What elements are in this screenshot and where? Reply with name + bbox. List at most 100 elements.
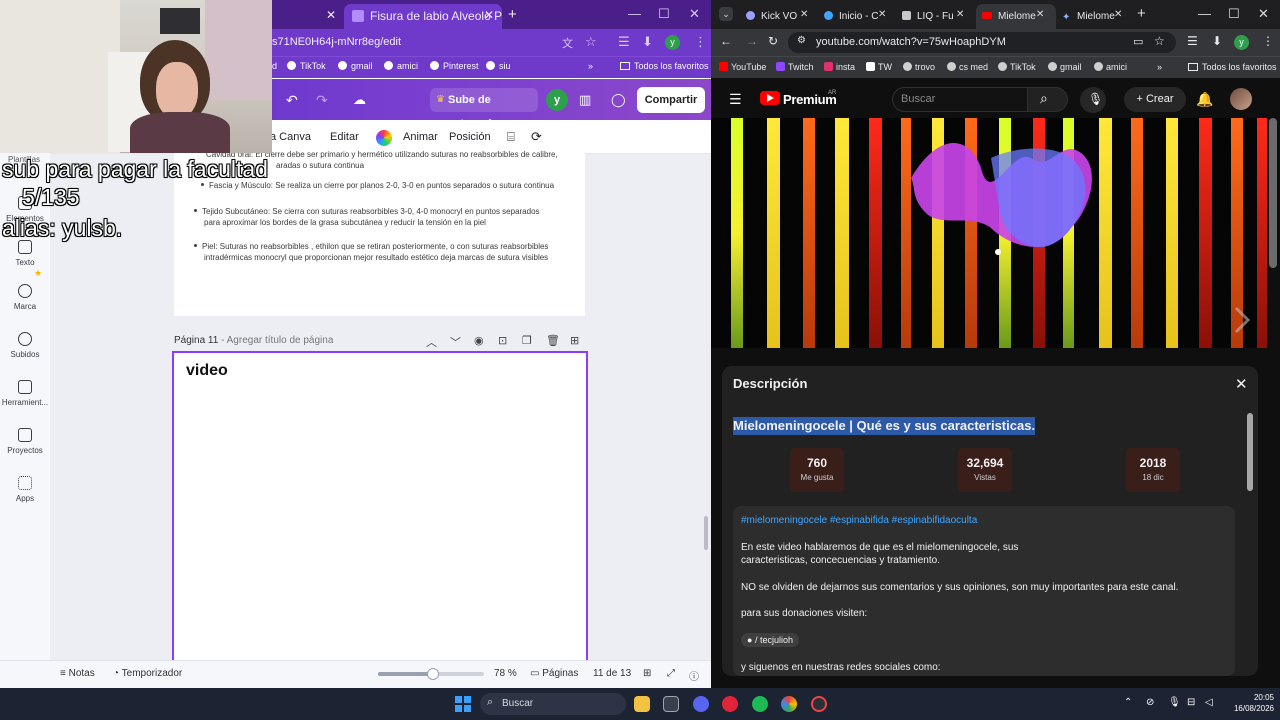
tab-search-icon[interactable]: ⌄ [719,7,733,21]
help-icon[interactable]: ⓘ [689,668,699,683]
reading-list-icon[interactable]: ☰ [618,34,630,50]
page-11[interactable] [172,351,588,671]
windows-start-icon[interactable] [455,696,471,712]
reload-icon[interactable]: ↻ [768,34,778,48]
pages-button[interactable]: ▭ Páginas [530,668,578,679]
bookmark-item[interactable]: cs med [947,61,988,73]
canvas-scrollbar[interactable] [704,516,708,550]
app-icon[interactable] [811,696,827,712]
tray-app-icon[interactable]: ⊘ [1146,697,1154,708]
color-wheel-icon[interactable] [376,130,392,146]
site-info-icon[interactable]: ⚙ [797,35,806,46]
create-button[interactable]: + Crear [1124,87,1186,112]
bookmark-star-icon[interactable]: ☆ [585,34,597,50]
notifications-bell-icon[interactable]: 🔔 [1196,91,1213,108]
tray-chevron-icon[interactable]: ⌃ [1124,697,1132,708]
close-window-icon[interactable]: ✕ [689,6,700,22]
close-tab-icon[interactable]: ✕ [956,9,964,20]
more-bookmarks-icon[interactable]: » [588,60,593,73]
bookmark-item[interactable]: amici [384,60,418,73]
hide-eye-icon[interactable]: ◉ [474,334,484,347]
trash-icon[interactable]: 🗑 [546,334,560,347]
left-url-field[interactable]: s71NE0H64j-mNrr8eg/edit [272,34,572,51]
sidebar-item-brand[interactable]: Marca [0,284,50,311]
translate-icon[interactable]: 文 [562,35,573,51]
download-icon[interactable]: ⬇ [642,34,653,50]
sidebar-item-text[interactable]: Texto [0,240,50,267]
download-icon[interactable]: ⬇ [1212,34,1222,48]
comment-icon[interactable]: ◯ [611,92,626,108]
insights-chart-icon[interactable]: ▥ [579,92,591,108]
close-tab-icon[interactable]: ✕ [484,8,494,22]
store-icon[interactable] [663,696,679,712]
timer-button[interactable]: ◔ Temporizador [113,668,182,679]
volume-icon[interactable]: ◁ [1205,697,1213,708]
link-icon[interactable]: ⟳ [531,129,542,145]
spotify-icon[interactable] [752,696,768,712]
bookmark-item[interactable]: amici [1094,61,1127,73]
description-scrollbar[interactable] [1247,413,1253,491]
app-red-icon[interactable] [722,696,738,712]
microphone-icon[interactable]: 🎙 [1168,697,1181,708]
youtube-search-button[interactable] [1028,87,1068,112]
bookmark-star-icon[interactable]: ☆ [1154,34,1165,48]
taskbar-search[interactable]: Buscar [480,693,626,715]
bookmark-item[interactable]: trovo [903,61,935,73]
bookmark-item[interactable]: Pinterest [430,60,479,73]
minimize-icon[interactable]: — [628,6,641,21]
bookmark-item[interactable]: TW [866,61,892,73]
close-tab-icon[interactable]: ✕ [1036,9,1044,20]
sidebar-item-uploads[interactable]: Subidos [0,332,50,359]
redo-icon[interactable]: ↷ [316,92,328,109]
bookmark-item[interactable]: siu [486,60,511,73]
bookmark-item[interactable]: gmail [1048,61,1082,73]
bookmark-item[interactable]: insta [824,61,855,73]
bookmark-item[interactable]: gmail [338,60,373,73]
add-page-icon[interactable]: ⊞ [570,334,579,347]
cloud-saved-icon[interactable]: ☁ [353,92,366,108]
paint-format-icon[interactable]: ⌸ [507,129,515,145]
back-arrow-icon[interactable]: ← [720,34,732,48]
upgrade-button[interactable]: Sube de categoría [430,88,538,130]
youtube-search-input[interactable]: Buscar [892,87,1028,112]
bookmark-item[interactable]: Twitch [776,61,814,73]
video-player[interactable] [711,118,1269,348]
channel-link-pill[interactable]: ● / tecjulioh [741,633,799,647]
sidebar-item-projects[interactable]: Proyectos [0,428,50,455]
more-bookmarks-icon[interactable]: » [1157,61,1162,73]
lock-icon[interactable]: ⊡ [498,334,507,347]
duplicate-icon[interactable]: ❐ [522,334,532,347]
zoom-slider-knob[interactable] [427,668,440,680]
chrome-icon[interactable] [781,696,797,712]
bookmark-item[interactable]: YouTube [719,61,766,73]
forward-arrow-icon[interactable]: → [746,34,758,48]
right-url-field[interactable]: youtube.com/watch?v=75wHoaphDYM [788,32,1176,53]
hamburger-menu-icon[interactable]: ☰ [729,91,742,108]
undo-icon[interactable]: ↶ [286,92,298,109]
page-text-video[interactable]: video [186,362,228,380]
menu-dots-icon[interactable]: ⋮ [694,34,707,50]
video-title[interactable]: Mielomeningocele | Qué es y sus caracter… [733,417,1036,435]
reading-list-icon[interactable]: ☰ [1187,34,1198,48]
bookmark-item[interactable]: TikTok [287,60,326,73]
left-tab-active[interactable]: Fisura de labio Alveolo Palatin [344,4,502,29]
sidebar-item-tools[interactable]: Herramient... [0,380,50,407]
position-button[interactable]: Posición [449,131,491,143]
chevron-up-icon[interactable]: ︿ [426,334,437,350]
cast-icon[interactable]: ▭ [1133,35,1143,48]
maximize-icon[interactable]: ☐ [658,6,670,22]
bookmarks-folder[interactable]: Todos los favoritos [1188,61,1277,73]
profile-avatar[interactable]: y [665,35,680,50]
user-avatar[interactable] [1230,88,1252,110]
zoom-value[interactable]: 78 % [494,668,517,679]
profile-avatar[interactable]: y [1234,35,1249,50]
page-title-label[interactable]: Página 11 - Agregar título de página [174,335,333,346]
taskbar-clock[interactable]: 20:05 16/08/2026 [1218,692,1274,714]
page-scrollbar[interactable] [1269,118,1277,268]
close-tab-icon[interactable]: ✕ [326,8,336,22]
close-tab-icon[interactable]: ✕ [878,9,886,20]
hashtag-links[interactable]: #mielomeningocele #espinabifida #espinab… [741,514,977,527]
discord-icon[interactable] [693,696,709,712]
new-tab-icon[interactable]: + [508,6,517,23]
file-explorer-icon[interactable] [634,696,650,712]
